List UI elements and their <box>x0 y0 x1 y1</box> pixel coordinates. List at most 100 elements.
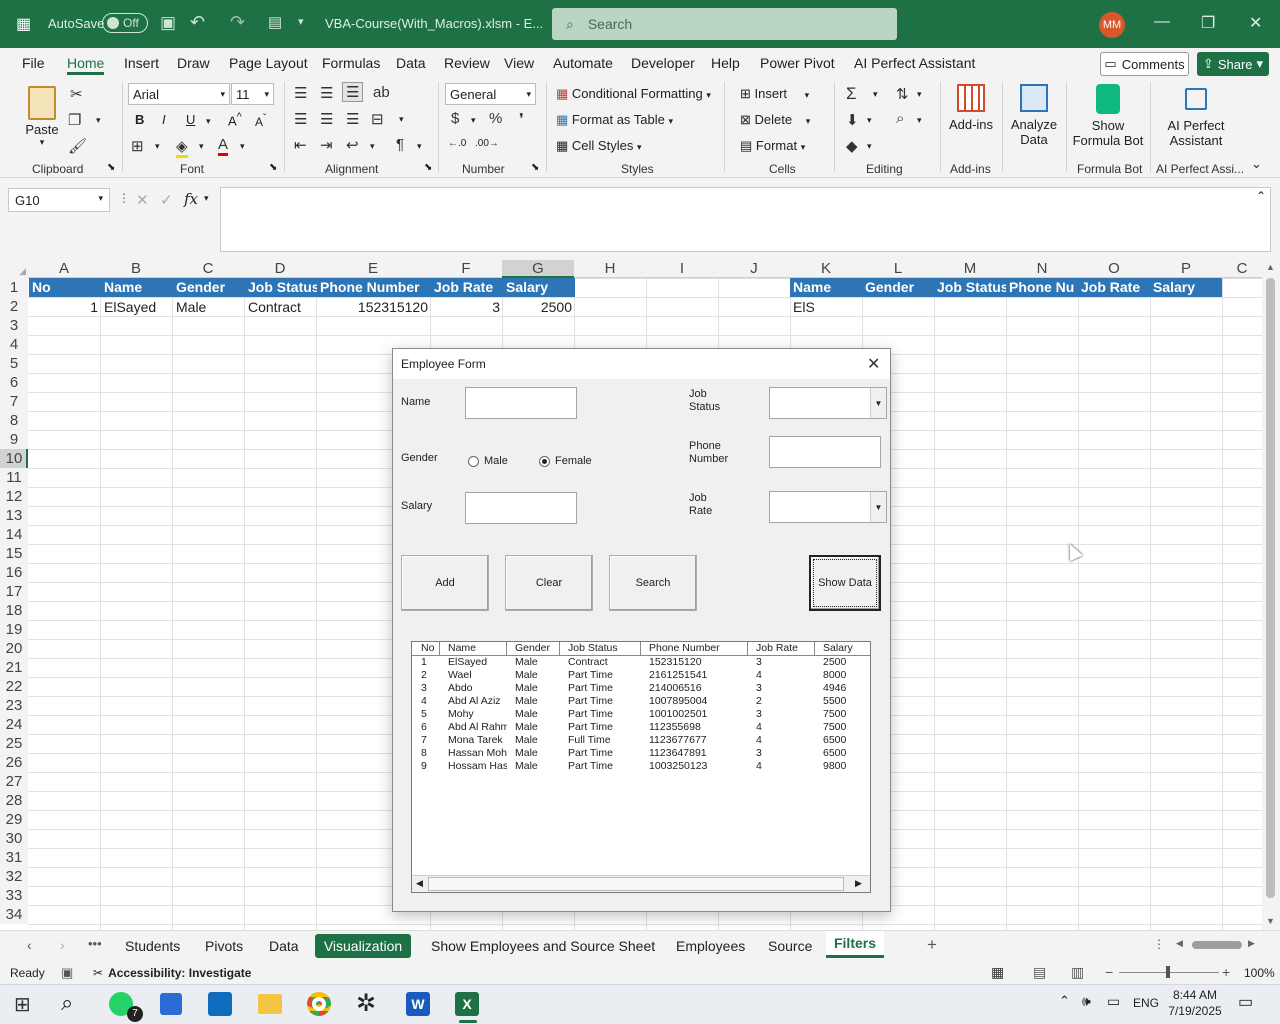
header-cell[interactable]: Gender <box>862 278 934 297</box>
list-item[interactable]: 1 ElSayed Male Contract 152315120 3 2500 <box>412 656 870 669</box>
tab-formulas[interactable]: Formulas <box>322 55 380 71</box>
clock[interactable]: 8:44 AM 7/19/2025 <box>1168 987 1222 1019</box>
list-item[interactable]: 7 Mona Tarek Male Full Time 1123677677 4 6500 <box>412 734 870 747</box>
sheet-tab-students[interactable]: Students <box>125 938 180 954</box>
chevron-up-icon[interactable]: ⌃ <box>1256 189 1266 203</box>
fill-color-icon[interactable]: ◈ <box>176 137 188 158</box>
formula-input[interactable] <box>220 187 1271 252</box>
next-sheet-icon[interactable]: › <box>60 937 65 953</box>
row-header[interactable]: 23 <box>0 696 28 715</box>
save-icon[interactable]: ▣ <box>160 13 176 33</box>
column-header[interactable]: L <box>862 260 934 278</box>
row-header[interactable]: 31 <box>0 848 28 867</box>
orientation-icon[interactable]: ab <box>373 84 390 101</box>
column-header[interactable]: G <box>502 260 574 278</box>
find-select-icon[interactable]: ⌕ <box>896 110 904 127</box>
redo-icon[interactable]: ↷ <box>230 12 245 33</box>
row-header[interactable]: 10 <box>0 449 28 468</box>
insert-function-button[interactable]: fx <box>184 190 198 208</box>
cell-b2[interactable]: ElSayed <box>101 298 173 317</box>
chevron-down-icon[interactable]: ▾ <box>873 89 878 100</box>
scroll-thumb[interactable] <box>428 877 844 891</box>
row-header[interactable]: 16 <box>0 563 28 582</box>
select-all-corner[interactable]: ◢ <box>0 260 28 278</box>
name-box[interactable]: G10 ▾ <box>8 188 110 212</box>
increase-indent-icon[interactable]: ⇥ <box>320 136 333 154</box>
scroll-down-icon[interactable]: ▼ <box>1266 916 1275 926</box>
chevron-down-icon[interactable]: ▾ <box>206 116 211 127</box>
header-cell[interactable]: Salary <box>503 278 575 297</box>
decrease-font-icon[interactable]: Aˇ <box>255 113 266 129</box>
tab-automate[interactable]: Automate <box>553 55 613 71</box>
scroll-up-icon[interactable]: ▲ <box>1266 262 1275 272</box>
comments-button[interactable]: ▭ Comments <box>1100 52 1189 76</box>
column-header[interactable]: I <box>646 260 718 278</box>
align-top-icon[interactable]: ☰ <box>294 84 307 102</box>
tab-view[interactable]: View <box>504 55 534 71</box>
row-header[interactable]: 19 <box>0 620 28 639</box>
name-textbox[interactable] <box>465 387 577 419</box>
header-cell[interactable]: Job Rate <box>431 278 503 297</box>
paste-button[interactable]: Paste ▾ <box>22 84 62 152</box>
header-cell[interactable]: Phone Number <box>317 278 431 297</box>
scroll-right-icon[interactable]: ▶ <box>855 878 862 889</box>
female-radio[interactable]: Female <box>539 455 592 468</box>
row-header[interactable]: 34 <box>0 905 28 924</box>
header-cell[interactable]: Name <box>101 278 173 297</box>
cell-d2[interactable]: Contract <box>245 298 317 317</box>
file-explorer-icon[interactable] <box>258 994 282 1014</box>
row-header[interactable]: 33 <box>0 886 28 905</box>
accounting-format-icon[interactable]: $ <box>451 110 459 127</box>
font-name-select[interactable]: Arial ▾ <box>128 83 230 105</box>
header-cell[interactable]: Job Status <box>245 278 317 297</box>
tab-data[interactable]: Data <box>396 55 426 71</box>
word-icon[interactable]: W <box>406 992 430 1016</box>
tab-file[interactable]: File <box>22 55 45 71</box>
dialog-launcher-icon[interactable]: ⬊ <box>269 162 277 173</box>
chevron-down-icon[interactable]: ▾ <box>471 115 476 126</box>
column-header[interactable]: C <box>172 260 244 278</box>
form-icon[interactable]: ▤ <box>268 13 282 31</box>
row-header[interactable]: 20 <box>0 639 28 658</box>
header-cell[interactable]: Name <box>790 278 862 297</box>
column-header[interactable]: K <box>790 260 862 278</box>
column-header[interactable]: A <box>28 260 100 278</box>
align-right-icon[interactable]: ☰ <box>346 110 359 128</box>
header-cell[interactable]: Phone Nu <box>1006 278 1078 297</box>
enter-icon[interactable]: ✓ <box>160 191 173 209</box>
network-icon[interactable]: ▭ <box>1107 993 1120 1010</box>
sheet-tab-employees[interactable]: Employees <box>676 938 745 954</box>
macro-record-icon[interactable]: ▣ <box>61 965 73 981</box>
clear-icon[interactable]: ◆ <box>846 137 858 155</box>
header-cell[interactable]: Job Rate <box>1078 278 1150 297</box>
scroll-right-icon[interactable]: ▶ <box>1248 938 1255 949</box>
vertical-scrollbar[interactable]: ▲ ▼ <box>1262 260 1280 930</box>
chevron-down-icon[interactable]: ▾ <box>204 193 209 204</box>
cut-icon[interactable]: ✂ <box>70 85 83 103</box>
tab-review[interactable]: Review <box>444 55 490 71</box>
chevron-down-icon[interactable]: ▾ <box>867 115 872 126</box>
dialog-launcher-icon[interactable]: ⬊ <box>531 162 539 173</box>
minimize-icon[interactable]: — <box>1154 13 1170 31</box>
decrease-indent-icon[interactable]: ⇤ <box>294 136 307 154</box>
delete-cells-button[interactable]: ⊠ Delete ▾ <box>740 112 810 128</box>
column-header[interactable]: O <box>1078 260 1150 278</box>
italic-button[interactable]: I <box>162 112 166 127</box>
header-cell[interactable]: No <box>29 278 101 297</box>
dialog-launcher-icon[interactable]: ⬊ <box>424 162 432 173</box>
scroll-thumb[interactable] <box>1192 941 1242 949</box>
job-status-combobox[interactable]: ▼ <box>769 387 887 419</box>
cell-a2[interactable]: 1 <box>29 298 101 317</box>
row-header[interactable]: 26 <box>0 753 28 772</box>
row-header[interactable]: 2 <box>0 297 28 316</box>
customize-qat-icon[interactable]: ▾ <box>298 15 304 28</box>
column-header[interactable]: N <box>1006 260 1078 278</box>
sheet-tab-data[interactable]: Data <box>269 938 299 954</box>
row-header[interactable]: 17 <box>0 582 28 601</box>
autosum-icon[interactable]: Σ <box>846 84 857 104</box>
chatgpt-icon[interactable]: ✲ <box>356 989 376 1018</box>
salary-textbox[interactable] <box>465 492 577 524</box>
format-painter-icon[interactable]: 🖌 <box>68 137 87 155</box>
scroll-thumb[interactable] <box>1266 278 1275 898</box>
cell-f2[interactable]: 3 <box>431 298 503 317</box>
